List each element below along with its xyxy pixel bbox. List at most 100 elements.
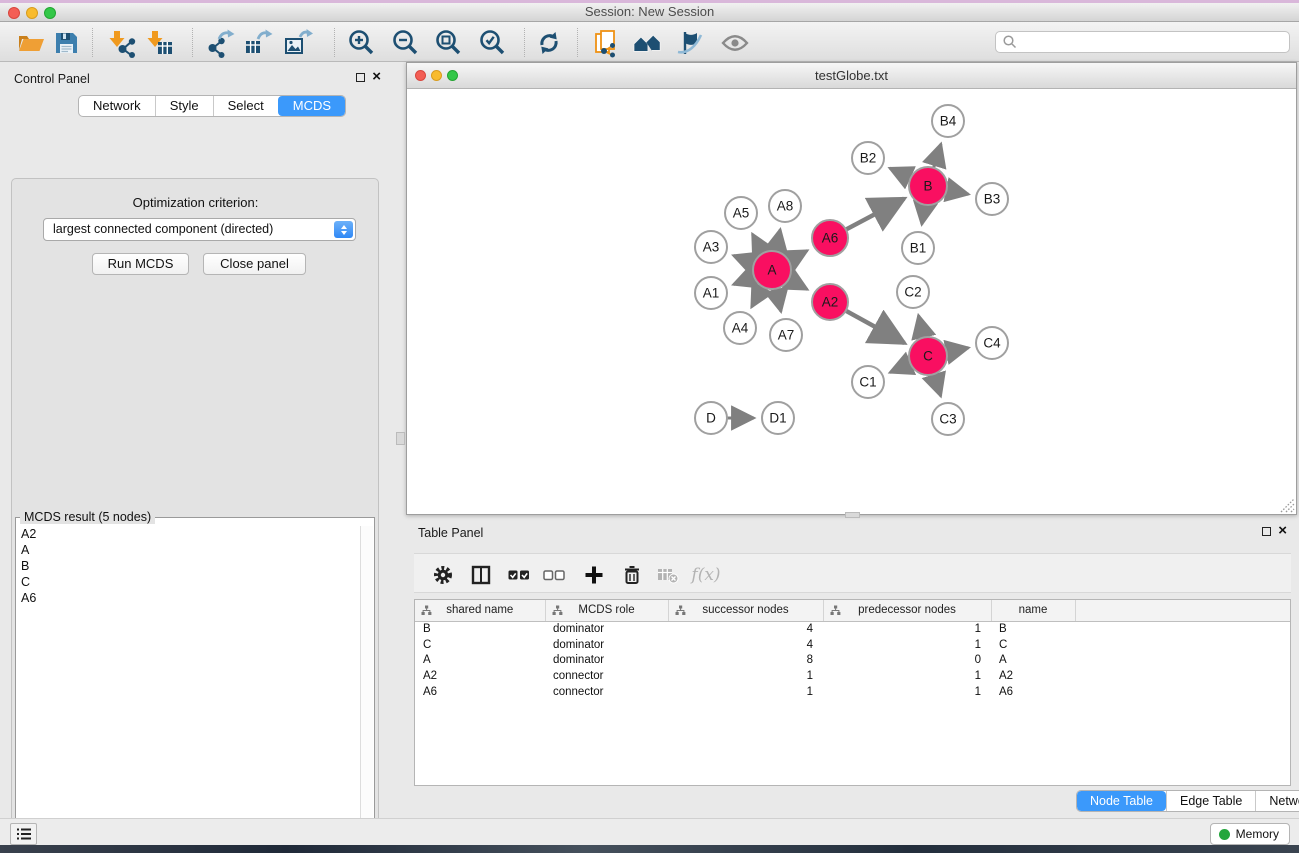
graph-edge-C-C2[interactable] — [918, 315, 923, 337]
tab-network[interactable]: Network — [79, 96, 155, 116]
add-row-icon[interactable] — [582, 563, 606, 587]
minimize-window-button[interactable] — [26, 7, 38, 19]
import-table-icon[interactable] — [144, 27, 176, 59]
close-panel-icon[interactable]: × — [372, 72, 381, 82]
window-resize-grip[interactable] — [1279, 498, 1295, 513]
table-cell[interactable] — [1075, 684, 1291, 700]
zoom-out-icon[interactable] — [390, 27, 422, 59]
table-cell[interactable]: 1 — [823, 637, 991, 653]
tab-select[interactable]: Select — [213, 96, 278, 116]
float-table-panel-icon[interactable] — [1262, 527, 1271, 536]
show-hide-graphics-details-icon[interactable] — [673, 27, 705, 59]
new-network-from-file-icon[interactable] — [590, 27, 622, 59]
mcds-result-list[interactable]: A2ABCA6 — [17, 526, 361, 853]
graph-edge-A-A3[interactable] — [733, 255, 754, 263]
column-header-predecessor-nodes[interactable]: predecessor nodes — [823, 600, 991, 621]
import-network-icon[interactable] — [106, 27, 138, 59]
tab-node-table[interactable]: Node Table — [1077, 791, 1166, 811]
table-cell[interactable]: A6 — [415, 684, 545, 700]
save-session-icon[interactable] — [50, 27, 82, 59]
search-field[interactable] — [995, 31, 1290, 53]
graph-edge-A6-B[interactable] — [846, 199, 904, 230]
table-row[interactable]: A6connector11A6 — [415, 684, 1291, 700]
table-cell[interactable]: 1 — [823, 684, 991, 700]
close-window-button[interactable] — [8, 7, 20, 19]
table-cell[interactable]: connector — [545, 684, 668, 700]
table-cell[interactable]: connector — [545, 668, 668, 684]
float-panel-icon[interactable] — [356, 73, 365, 82]
run-mcds-button[interactable]: Run MCDS — [92, 253, 189, 275]
zoom-in-icon[interactable] — [346, 27, 378, 59]
zoom-selected-icon[interactable] — [477, 27, 509, 59]
table-cell[interactable]: A — [991, 652, 1075, 668]
splitter-handle-vertical[interactable] — [396, 432, 405, 445]
mcds-result-item[interactable]: A — [17, 542, 361, 558]
tab-edge-table[interactable]: Edge Table — [1166, 791, 1255, 811]
table-row[interactable]: Adominator80A — [415, 652, 1291, 668]
graph-edge-B-B2[interactable] — [890, 168, 911, 178]
show-columns-icon[interactable] — [469, 563, 493, 587]
graph-edge-C-C4[interactable] — [947, 348, 969, 352]
tab-network-table[interactable]: Network Table — [1255, 791, 1299, 811]
column-header-successor-nodes[interactable]: successor nodes — [668, 600, 823, 621]
select-all-icon[interactable] — [507, 563, 531, 587]
table-cell[interactable]: 0 — [823, 652, 991, 668]
graph-edge-B-B1[interactable] — [922, 205, 925, 225]
network-zoom-button[interactable] — [447, 70, 458, 81]
show-hide-annotations-icon[interactable] — [719, 27, 751, 59]
table-cell[interactable]: 4 — [668, 637, 823, 653]
table-cell[interactable]: 1 — [668, 668, 823, 684]
table-cell[interactable]: dominator — [545, 652, 668, 668]
network-minimize-button[interactable] — [431, 70, 442, 81]
zoom-window-button[interactable] — [44, 7, 56, 19]
mcds-result-item[interactable]: B — [17, 558, 361, 574]
graph-edge-A-A4[interactable] — [752, 287, 763, 307]
mcds-result-item[interactable]: C — [17, 574, 361, 590]
open-session-icon[interactable] — [15, 27, 47, 59]
mcds-result-scrollbar[interactable] — [360, 526, 373, 853]
table-cell[interactable] — [1075, 621, 1291, 637]
zoom-fit-icon[interactable] — [433, 27, 465, 59]
column-header-mcds-role[interactable]: MCDS role — [545, 600, 668, 621]
memory-button[interactable]: Memory — [1210, 823, 1290, 845]
table-cell[interactable]: A2 — [415, 668, 545, 684]
delete-row-icon[interactable] — [620, 563, 644, 587]
search-input[interactable] — [1018, 33, 1289, 51]
table-cell[interactable]: 1 — [668, 684, 823, 700]
deselect-all-icon[interactable] — [542, 563, 566, 587]
close-table-panel-icon[interactable]: × — [1278, 526, 1287, 536]
graph-edge-A-A7[interactable] — [776, 289, 781, 312]
graph-edge-A-A2[interactable] — [789, 279, 808, 289]
table-cell[interactable]: A2 — [991, 668, 1075, 684]
table-cell[interactable]: dominator — [545, 621, 668, 637]
table-cell[interactable]: C — [991, 637, 1075, 653]
table-cell[interactable]: A6 — [991, 684, 1075, 700]
graph-edge-C-C1[interactable] — [890, 364, 911, 373]
table-cell[interactable]: 1 — [823, 621, 991, 637]
table-cell[interactable] — [1075, 652, 1291, 668]
graph-edge-A-A6[interactable] — [789, 251, 808, 261]
tab-mcds[interactable]: MCDS — [278, 96, 345, 116]
graph-edge-A-A5[interactable] — [752, 234, 762, 253]
export-table-icon[interactable] — [242, 27, 274, 59]
table-cell[interactable]: C — [415, 637, 545, 653]
graph-edge-A-A1[interactable] — [733, 277, 754, 285]
network-close-button[interactable] — [415, 70, 426, 81]
table-cell[interactable]: B — [415, 621, 545, 637]
table-row[interactable]: A2connector11A2 — [415, 668, 1291, 684]
table-cell[interactable]: A — [415, 652, 545, 668]
column-header-shared-name[interactable]: shared name — [415, 600, 545, 621]
network-graph[interactable]: AA1A2A3A4A5A6A7A8BB1B2B3B4CC1C2C3C4DD1 — [407, 89, 1296, 514]
mcds-result-item[interactable]: A2 — [17, 526, 361, 542]
close-panel-button[interactable]: Close panel — [203, 253, 306, 275]
mcds-result-item[interactable]: A6 — [17, 590, 361, 606]
graph-edge-B-B4[interactable] — [934, 144, 941, 168]
table-cell[interactable]: 8 — [668, 652, 823, 668]
table-row[interactable]: Bdominator41B — [415, 621, 1291, 637]
graph-edge-C-C3[interactable] — [934, 374, 941, 396]
table-settings-icon[interactable] — [431, 563, 455, 587]
graph-edge-A-A8[interactable] — [776, 230, 780, 252]
network-overview-icon[interactable] — [632, 27, 664, 59]
network-window-titlebar[interactable]: testGlobe.txt — [407, 63, 1296, 89]
tab-style[interactable]: Style — [155, 96, 213, 116]
